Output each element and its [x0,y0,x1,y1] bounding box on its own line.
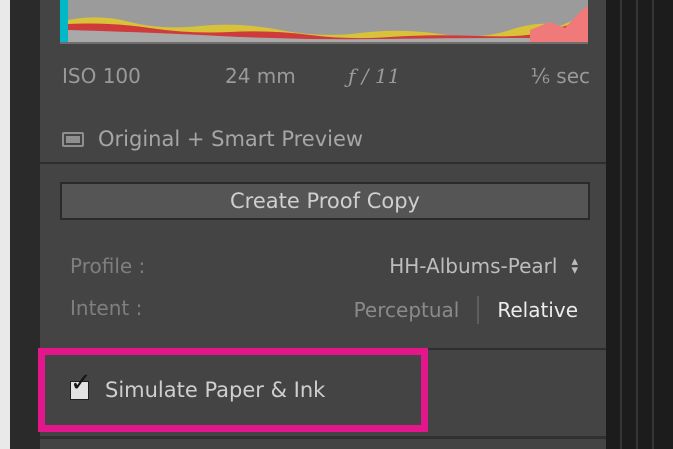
shutter-speed-value: ⅙ sec [530,64,590,88]
window-edge [0,0,10,449]
intent-row: Intent : Perceptual Relative [70,296,578,326]
profile-select[interactable]: HH-Albums-Pearl ▴ ▾ [389,254,578,278]
aperture-value: ƒ / 11 [348,64,401,88]
divider [40,162,606,164]
preview-icon [62,131,84,147]
divider [40,436,606,439]
profile-value: HH-Albums-Pearl [389,254,558,278]
profile-row: Profile : HH-Albums-Pearl ▴ ▾ [70,254,578,284]
smart-preview-status[interactable]: Original + Smart Preview [62,124,363,154]
preview-status-label: Original + Smart Preview [98,127,364,151]
intent-options: Perceptual Relative [354,296,578,324]
iso-value: ISO 100 [62,64,141,88]
histogram-graph [60,0,588,42]
filmstrip-gap [10,0,40,449]
highlight-annotation [38,348,428,432]
intent-relative-option[interactable]: Relative [497,298,578,322]
intent-perceptual-option[interactable]: Perceptual [354,298,460,322]
up-down-arrows-icon: ▴ ▾ [571,254,578,278]
focal-length-value: 24 mm [225,64,296,88]
create-proof-copy-button[interactable]: Create Proof Copy [60,182,590,220]
intent-label: Intent : [70,296,143,320]
intent-separator [477,296,480,324]
histogram[interactable] [60,0,588,44]
profile-label: Profile : [70,254,146,278]
panel-scrollbar-edge [606,0,673,449]
exif-info: ISO 100 24 mm ƒ / 11 ⅙ sec [62,64,592,92]
